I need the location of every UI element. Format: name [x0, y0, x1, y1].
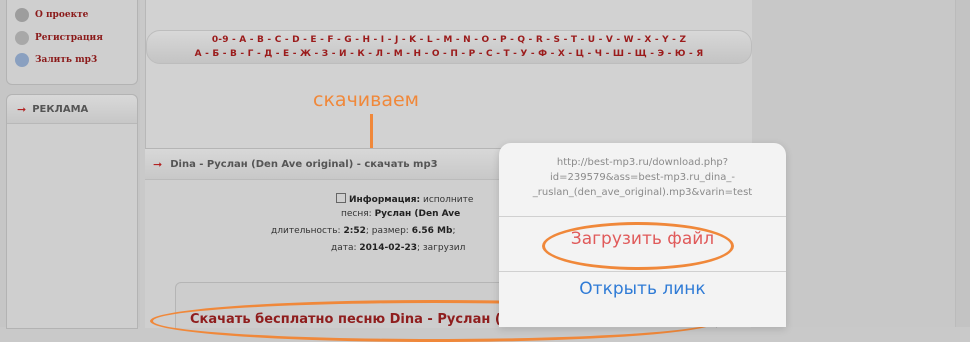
menu-item-upload[interactable]: Залить mp3 — [15, 51, 97, 69]
song-label: песня: — [341, 209, 372, 219]
menu-item-about[interactable]: О проекте — [15, 6, 88, 24]
info-value: исполните — [422, 195, 474, 205]
menu-item-label: Залить mp3 — [35, 55, 98, 65]
track-title: Dina - Руслан (Den Ave original) - скача… — [170, 158, 438, 170]
alphabet-nav: 0-9 - A - B - C - D - E - F - G - H - I … — [146, 30, 752, 64]
annotation-text: скачиваем — [313, 89, 420, 111]
arrow-right-icon: ➞ — [153, 157, 163, 171]
user-menu: О проекте Регистрация Залить mp3 — [6, 0, 138, 85]
popup-divider — [499, 271, 786, 272]
menu-item-label: Регистрация — [35, 33, 103, 43]
duration-value: 2:52 — [343, 226, 366, 236]
info-row: Информация: исполните — [336, 193, 473, 205]
open-link-button[interactable]: Открыть линк — [499, 279, 786, 299]
alphabet-latin[interactable]: 0-9 - A - B - C - D - E - F - G - H - I … — [147, 35, 751, 45]
size-value: 6.56 Mb — [411, 226, 453, 236]
popup-url-line: _ruslan_(den_ave_original).mp3&varin=tes… — [532, 187, 753, 198]
date-row: дата: 2014-02-23; загрузил — [331, 243, 465, 253]
upload-icon — [15, 53, 29, 67]
date-value: 2014-02-23 — [359, 243, 417, 253]
popup-url-line: http://best-mp3.ru/download.php? — [556, 157, 729, 168]
song-value: Руслан (Den Ave — [374, 209, 461, 219]
menu-item-label: О проекте — [35, 10, 89, 20]
download-file-highlight — [542, 222, 734, 270]
popup-divider — [499, 216, 786, 217]
song-row: песня: Руслан (Den Ave — [341, 209, 460, 219]
info-label: Информация: — [349, 195, 421, 205]
size-label: ; размер: — [365, 226, 409, 236]
duration-label: длительность: — [271, 226, 341, 236]
info-icon — [15, 8, 29, 22]
date-label: дата: — [331, 243, 357, 253]
uploaded-label: ; загрузил — [416, 243, 466, 253]
popup-url-line: id=239579&ass=best-mp3.ru_dina_- — [550, 172, 735, 183]
menu-item-register[interactable]: Регистрация — [15, 29, 103, 47]
arrow-right-icon: ➞ — [17, 102, 27, 116]
info-box-icon — [336, 193, 346, 203]
left-sidebar: О проекте Регистрация Залить mp3 ➞ РЕКЛА… — [0, 0, 140, 329]
alphabet-cyrillic[interactable]: А - Б - В - Г - Д - Е - Ж - З - И - К - … — [147, 49, 751, 59]
scroll-edge — [955, 0, 970, 327]
ads-panel: ➞ РЕКЛАМА — [6, 94, 138, 329]
duration-row: длительность: 2:52; размер: 6.56 Mb; — [271, 226, 456, 236]
popup-url: http://best-mp3.ru/download.php? id=2395… — [499, 155, 786, 200]
user-icon — [15, 31, 29, 45]
ads-header: ➞ РЕКЛАМА — [7, 95, 137, 124]
ads-title: РЕКЛАМА — [32, 103, 89, 115]
